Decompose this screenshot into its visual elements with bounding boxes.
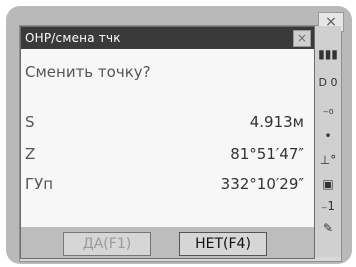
distance-value: 4.913м <box>249 113 304 131</box>
dialog-titlebar: ОНР/смена тчк × <box>21 27 314 49</box>
change-point-dialog: ОНР/смена тчк × Сменить точку? S 4.913м … <box>20 26 315 259</box>
zenith-row: Z 81°51′47″ <box>25 143 304 165</box>
zenith-label: Z <box>25 145 36 163</box>
pen-icon[interactable]: ✎ <box>317 220 339 236</box>
horizontal-angle-label: ГУп <box>25 175 54 193</box>
horizontal-angle-row: ГУп 332°10′29″ <box>25 173 304 195</box>
no-button[interactable]: НЕТ(F4) <box>179 232 267 256</box>
instrument-screen: × ОНР/смена тчк × Сменить точку? S 4.913… <box>19 12 344 262</box>
tilt-icon[interactable]: ⊥° <box>317 152 339 168</box>
prism-constant-icon: ₋₀ <box>322 103 334 117</box>
dot-icon: • <box>324 129 332 143</box>
dialog-prompt: Сменить точку? <box>25 63 151 81</box>
counter-icon: D 0 <box>318 75 338 89</box>
zenith-value: 81°51′47″ <box>230 145 304 163</box>
device-frame: × ОНР/смена тчк × Сменить точку? S 4.913… <box>6 6 352 264</box>
distance-label: S <box>25 113 35 131</box>
yes-button[interactable]: ДА(F1) <box>63 232 151 256</box>
close-icon: × <box>296 31 308 45</box>
status-sidebar: ▮▮▮ D 0 ₋₀ • ⊥° ▣ ₋1 ✎ <box>315 26 341 257</box>
battery-icon: ▮▮▮ <box>318 47 338 61</box>
horizontal-angle-value: 332°10′29″ <box>220 175 304 193</box>
distance-row: S 4.913м <box>25 111 304 133</box>
dialog-button-bar: ДА(F1) НЕТ(F4) <box>21 227 314 258</box>
level-icon: ₋1 <box>321 199 335 213</box>
memory-icon[interactable]: ▣ <box>317 176 339 192</box>
dialog-title: ОНР/смена тчк <box>25 31 121 45</box>
dialog-close-button[interactable]: × <box>293 30 311 47</box>
